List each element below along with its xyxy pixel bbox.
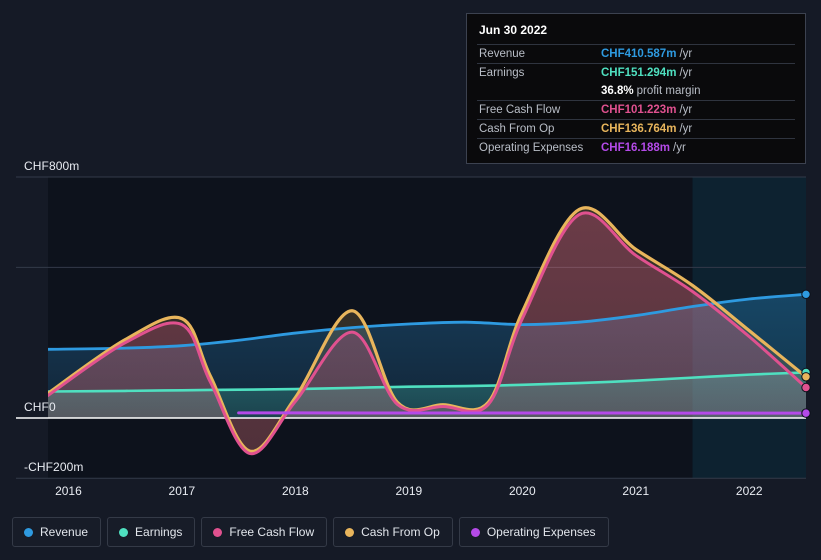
legend-dot-icon (24, 527, 33, 537)
tooltip-row-label: Revenue (479, 48, 526, 60)
tooltip-row: Earnings CHF151.294m/yr (477, 63, 795, 82)
tooltip-row-value: CHF101.223m (601, 104, 677, 116)
tooltip-row: Cash From Op CHF136.764m/yr (477, 119, 795, 138)
chart-legend[interactable]: Revenue Earnings Free Cash Flow Cash From O… (12, 517, 609, 547)
tooltip-row-value: 36.8% (601, 85, 634, 97)
x-axis-label-2017: 2017 (168, 484, 196, 498)
tooltip-row-suffix: /yr (679, 67, 693, 79)
x-axis-label-2018: 2018 (282, 484, 309, 498)
tooltip-row-suffix: /yr (679, 123, 693, 135)
legend-item-cash-from-op[interactable]: Cash From Op (333, 517, 453, 547)
tooltip-row: Free Cash Flow CHF101.223m/yr (477, 100, 795, 119)
legend-item-operating-expenses[interactable]: Operating Expenses (458, 517, 609, 547)
legend-item-label: Free Cash Flow (229, 525, 315, 539)
legend-item-earnings[interactable]: Earnings (107, 517, 196, 547)
legend-dot-icon (119, 527, 129, 537)
legend-item-revenue[interactable]: Revenue (12, 517, 102, 547)
tooltip-rows: Revenue CHF410.587m/yr Earnings CHF151.294m… (477, 44, 795, 157)
x-axis-label-2019: 2019 (395, 484, 423, 498)
financial-performance-chart: CHF800m CHF0 -CHF200m 2016 2017 2018 2019 20… (0, 0, 821, 560)
x-axis-label-2021: 2021 (622, 484, 650, 498)
tooltip-row-suffix: /yr (679, 104, 693, 116)
tooltip-row-suffix: /yr (679, 48, 693, 60)
legend-item-free-cash-flow[interactable]: Free Cash Flow (201, 517, 328, 547)
endpoint-marker-cash-from-op[interactable] (801, 372, 811, 382)
legend-item-label: Operating Expenses (486, 525, 596, 539)
chart-tooltip: Jun 30 2022 Revenue CHF410.587m/yr Earning… (466, 13, 806, 164)
endpoint-marker-revenue[interactable] (801, 289, 811, 300)
legend-item-label: Revenue (40, 525, 89, 539)
legend-item-label: Earnings (135, 525, 183, 539)
tooltip-row-value: CHF151.294m (601, 67, 677, 79)
x-axis-label-2020: 2020 (508, 484, 536, 498)
tooltip-row-label: Earnings (479, 67, 525, 79)
legend-dot-icon (470, 527, 480, 537)
tooltip-row-value: CHF410.587m (601, 48, 677, 60)
tooltip-row-label: Cash From Op (479, 123, 555, 135)
x-axis-label-2016: 2016 (55, 484, 82, 498)
tooltip-row: Revenue CHF410.587m/yr (477, 44, 795, 63)
legend-dot-icon (213, 527, 223, 537)
tooltip-row-value: CHF136.764m (601, 123, 677, 135)
tooltip-date: Jun 30 2022 (479, 23, 548, 37)
legend-dot-icon (345, 527, 355, 537)
tooltip-row-suffix: profit margin (636, 85, 701, 97)
tooltip-row-label: Free Cash Flow (479, 104, 561, 116)
endpoint-marker-operating-expenses[interactable] (801, 408, 811, 418)
tooltip-row: Operating Expenses CHF16.188m/yr (477, 138, 795, 157)
tooltip-row-label: Operating Expenses (479, 142, 584, 154)
tooltip-row: 36.8% profit margin (477, 82, 795, 100)
tooltip-row-value: CHF16.188m (601, 142, 671, 154)
tooltip-row-suffix: /yr (673, 142, 686, 154)
endpoint-marker-free-cash-flow[interactable] (801, 382, 811, 393)
legend-item-label: Cash From Op (361, 525, 440, 539)
x-axis-label-2022: 2022 (735, 484, 763, 498)
